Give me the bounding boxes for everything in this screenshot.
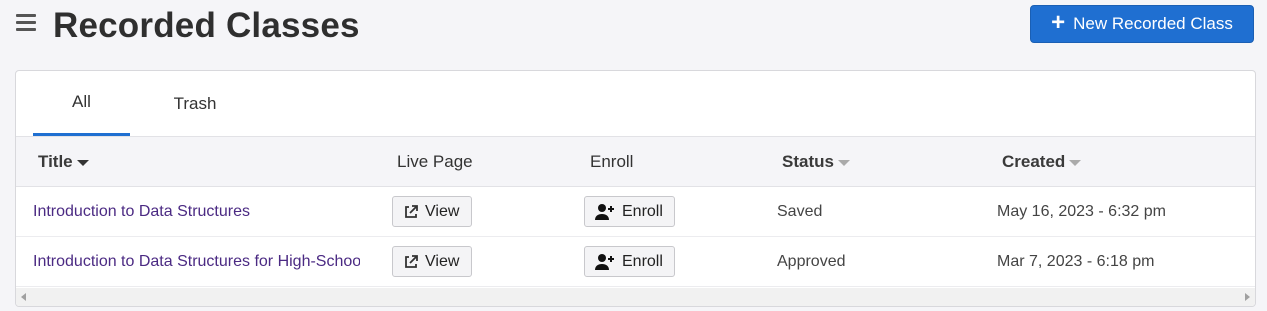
column-header-enroll: Enroll: [590, 152, 634, 171]
column-header-title[interactable]: Title: [38, 152, 89, 172]
column-header-created[interactable]: Created: [1002, 152, 1082, 172]
enroll-button[interactable]: Enroll: [584, 246, 675, 277]
tab-bar: All Trash: [16, 71, 1255, 136]
recorded-classes-card: All Trash Title Live Page Enroll Status …: [15, 70, 1256, 307]
status-text: Approved: [777, 253, 846, 270]
tab-all[interactable]: All: [33, 71, 130, 136]
created-date: Mar 7, 2023 - 6:18 pm: [997, 253, 1155, 270]
scroll-right-icon[interactable]: [1245, 293, 1250, 301]
external-link-icon: [405, 204, 418, 218]
column-header-live-page: Live Page: [397, 152, 473, 171]
class-title-link[interactable]: Introduction to Data Structures for High…: [33, 253, 360, 271]
external-link-icon: [405, 254, 418, 268]
add-user-icon: [595, 253, 614, 270]
sort-desc-icon: [76, 159, 89, 166]
new-recorded-class-button[interactable]: + New Recorded Class: [1030, 5, 1254, 43]
enroll-button[interactable]: Enroll: [584, 196, 675, 227]
table-row: Introduction to Data Structures for High…: [16, 237, 1255, 287]
tab-trash[interactable]: Trash: [156, 71, 234, 136]
scroll-left-icon[interactable]: [21, 293, 26, 301]
class-title-link[interactable]: Introduction to Data Structures: [33, 203, 360, 221]
column-created-label: Created: [1002, 152, 1066, 171]
new-recorded-class-label: New Recorded Class: [1073, 14, 1233, 33]
horizontal-scrollbar[interactable]: [16, 288, 1255, 306]
plus-icon: +: [1051, 9, 1066, 36]
created-date: May 16, 2023 - 6:32 pm: [997, 203, 1166, 220]
view-button[interactable]: View: [392, 246, 472, 277]
add-user-icon: [595, 203, 614, 220]
hamburger-menu-icon[interactable]: [16, 14, 38, 34]
view-button[interactable]: View: [392, 196, 472, 227]
column-header-status[interactable]: Status: [782, 152, 850, 172]
column-title-label: Title: [38, 152, 73, 171]
page-title: Recorded Classes: [53, 6, 360, 45]
sort-icon: [837, 159, 850, 166]
view-label: View: [425, 202, 460, 220]
view-label: View: [425, 252, 460, 270]
enroll-label: Enroll: [622, 252, 663, 270]
table-row: Introduction to Data Structures View Enr…: [16, 187, 1255, 237]
top-bar: Recorded Classes + New Recorded Class: [0, 0, 1267, 56]
table-header: Title Live Page Enroll Status Created: [16, 136, 1255, 187]
column-status-label: Status: [782, 152, 834, 171]
enroll-label: Enroll: [622, 202, 663, 220]
status-text: Saved: [777, 203, 823, 220]
sort-icon: [1069, 159, 1082, 166]
